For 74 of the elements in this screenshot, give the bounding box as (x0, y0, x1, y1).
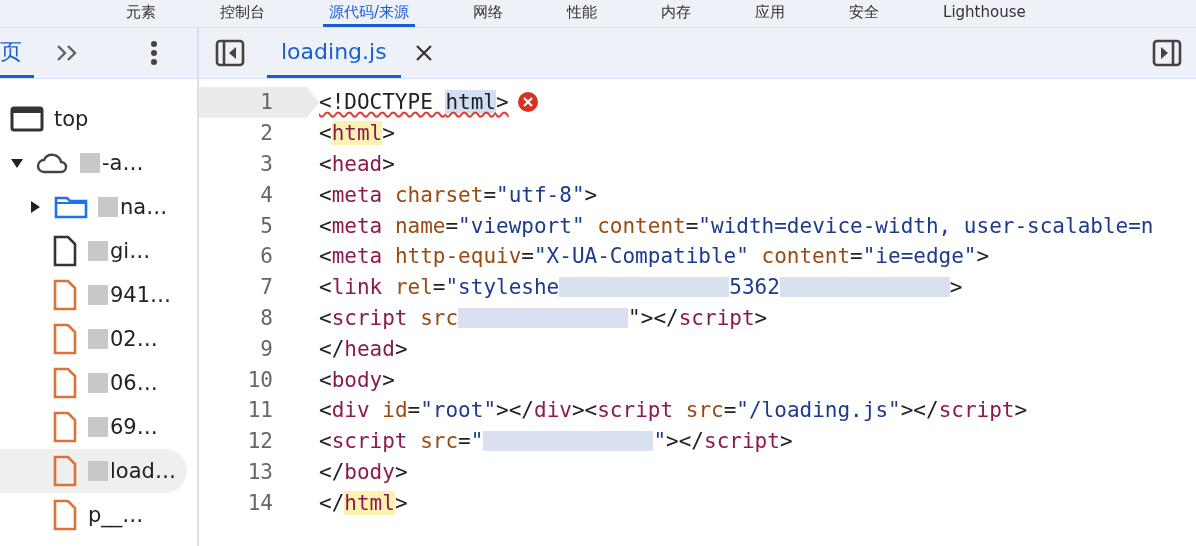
line-number: 13 (246, 458, 274, 486)
line-number: 2 (259, 120, 274, 148)
tree-label: p__… (88, 503, 144, 527)
frame-icon (10, 106, 44, 132)
tree-item[interactable]: top (0, 97, 187, 141)
tree-item[interactable]: gi… (0, 229, 187, 273)
code-line: <script src=" "></script> (319, 429, 793, 454)
tree-label: 02… (110, 327, 158, 351)
tree-item[interactable]: 06… (0, 361, 187, 405)
code-line: <meta http-equiv="X-UA-Compatible" content="ie=edge"> (319, 244, 990, 269)
more-options-icon[interactable] (150, 40, 158, 66)
code-line: <html> (319, 121, 395, 146)
line-number: 8 (259, 304, 274, 332)
panel-tab[interactable]: 网络 (467, 0, 510, 27)
line-number: 12 (246, 428, 274, 456)
code-line: <body> (319, 367, 395, 392)
tree-item[interactable]: 69… (0, 405, 187, 449)
line-number: 4 (259, 181, 274, 209)
panel-tab[interactable]: 控制台 (214, 0, 271, 27)
panel-tab[interactable]: 内存 (655, 0, 698, 27)
tree-label: load… (110, 459, 176, 483)
line-number: 6 (259, 243, 274, 271)
panel-tab[interactable]: 应用 (749, 0, 792, 27)
tree-item[interactable]: 941… (0, 273, 187, 317)
line-number: 9 (259, 335, 274, 363)
file-icon (52, 499, 78, 531)
tree-label: 941… (110, 283, 172, 307)
code-line: <meta charset="utf-8"> (319, 182, 598, 207)
file-icon (52, 235, 78, 267)
tree-label: -a… (102, 151, 144, 175)
code-line: <div id="root"></div><script src="/loading.js"></script> (319, 398, 1028, 423)
line-number: 3 (259, 151, 274, 178)
cloud-icon (36, 151, 70, 175)
tree-label: na… (120, 195, 168, 219)
file-icon (52, 367, 78, 399)
line-number: 7 (259, 274, 274, 302)
tree-label: 06… (110, 371, 158, 395)
code-line: <link rel="styleshe 5362 > (319, 275, 963, 300)
expand-arrow-icon[interactable] (28, 200, 42, 214)
file-icon (52, 455, 78, 487)
tree-item[interactable]: na… (0, 185, 187, 229)
panel-tab[interactable]: 安全 (843, 0, 886, 27)
code-line: <head> (319, 152, 395, 176)
panel-tab[interactable]: Lighthouse (937, 0, 1032, 27)
file-icon (52, 323, 78, 355)
code-line: </body> (319, 459, 408, 484)
code-line: <script src "></script> (319, 305, 768, 330)
code-line: </head> (319, 336, 408, 361)
page-tab[interactable]: 页 (0, 28, 34, 78)
file-icon (52, 411, 78, 443)
code-line: </html> (319, 490, 408, 515)
tree-item[interactable]: 02… (0, 317, 187, 361)
line-number: 1 (199, 87, 319, 118)
expand-arrow-icon[interactable] (10, 156, 24, 170)
tree-item[interactable]: load… (0, 449, 187, 493)
tree-label: 69… (110, 415, 158, 439)
code-line: <meta name="viewport" content="width=device-width, user-scalable=n (319, 213, 1154, 238)
tree-item[interactable]: -a… (0, 141, 187, 185)
tree-item[interactable]: p__… (0, 493, 187, 537)
line-number: 11 (246, 397, 274, 425)
sidebar-toggle-icon[interactable] (215, 39, 245, 67)
tree-label: gi… (110, 239, 151, 263)
folder-icon (54, 195, 88, 219)
line-number: 14 (246, 489, 274, 517)
line-number: 5 (259, 212, 274, 240)
panel-tab[interactable]: 元素 (120, 0, 162, 27)
close-icon[interactable] (414, 44, 433, 62)
line-number: 10 (246, 366, 274, 394)
file-icon (52, 279, 78, 311)
panel-tab[interactable]: 性能 (561, 0, 604, 27)
tree-label: top (54, 107, 89, 131)
code-line: <!DOCTYPE html> (319, 90, 509, 115)
file-tab[interactable]: loading.js (267, 28, 401, 78)
sidebar-toggle-icon[interactable] (1152, 39, 1182, 67)
